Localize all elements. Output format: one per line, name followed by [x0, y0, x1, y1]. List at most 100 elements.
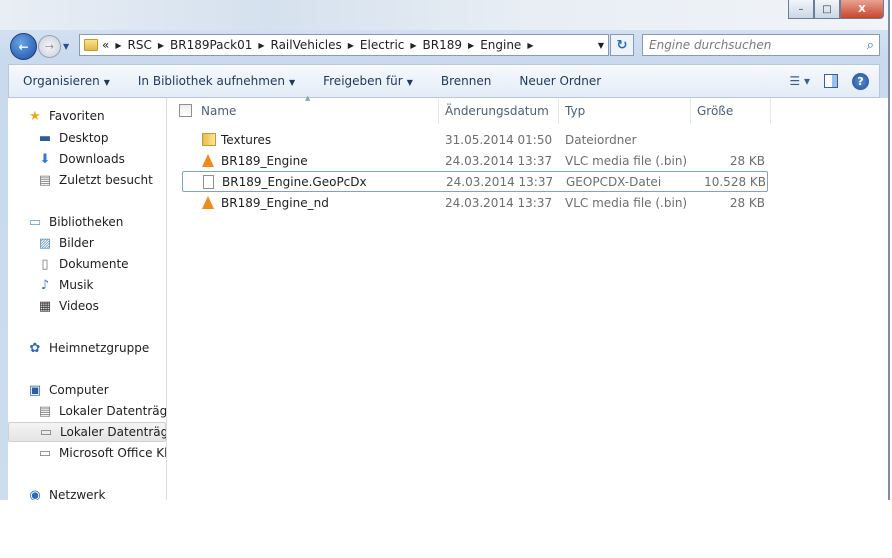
- sidebar-item-label: Downloads: [59, 152, 125, 166]
- select-all-checkbox[interactable]: [179, 104, 192, 117]
- sidebar-item[interactable]: ✿ Heimnetzgruppe: [8, 338, 166, 358]
- file-size: 28 KB: [729, 195, 765, 210]
- breadcrumb-separator[interactable]: ▶: [156, 41, 166, 50]
- star-icon: ★: [29, 108, 41, 124]
- library-label: In Bibliothek aufnehmen: [137, 74, 285, 88]
- file-size: 28 KB: [729, 153, 765, 168]
- burn-button[interactable]: Brennen: [427, 74, 505, 88]
- search-placeholder: Engine durchsuchen: [649, 38, 772, 52]
- desktop-icon: ▬: [38, 130, 52, 146]
- sidebar-item[interactable]: ▭ Lokaler Datenträger: [8, 422, 166, 442]
- file-row[interactable]: BR189_Engine.GeoPcDx 24.03.2014 13:37 GEOP…: [182, 171, 768, 192]
- share-with-button[interactable]: Freigeben für ▼: [309, 74, 427, 88]
- sidebar-item[interactable]: ▨ Bilder: [8, 233, 166, 253]
- preview-pane-button[interactable]: [824, 74, 838, 88]
- file-row[interactable]: BR189_Engine_nd 24.03.2014 13:37 VLC media…: [182, 192, 768, 213]
- breadcrumb-separator[interactable]: ▶: [256, 41, 266, 50]
- file-type: Dateiordner: [565, 132, 637, 147]
- search-input[interactable]: Engine durchsuchen ⌕: [642, 34, 880, 56]
- explorer-window: – □ X ← → ▼ « ▶ RSC ▶ BR189Pack01 ▶ RailVehic…: [0, 0, 890, 500]
- sidebar-item-label: Bilder: [59, 236, 94, 250]
- file-list: Name ▲ Änderungsdatum Typ Größe Textures 3…: [167, 94, 888, 500]
- sidebar-item[interactable]: ▬ Desktop: [8, 128, 166, 148]
- new-folder-button[interactable]: Neuer Ordner: [505, 74, 615, 88]
- recent-pages-dropdown[interactable]: ▼: [63, 42, 69, 51]
- sidebar-item[interactable]: ▦ Videos: [8, 296, 166, 316]
- downloads-icon: ⬇: [39, 151, 51, 167]
- sidebar-item-label: Microsoft Office Klick: [59, 446, 167, 460]
- sidebar-item-label: Bibliotheken: [49, 215, 124, 229]
- column-size[interactable]: Größe: [691, 98, 771, 124]
- file-name: BR189_Engine_nd: [221, 195, 329, 210]
- column-name[interactable]: Name ▲: [195, 94, 439, 124]
- refresh-button[interactable]: ↻: [610, 34, 634, 56]
- organize-label: Organisieren: [23, 74, 100, 88]
- sidebar-item-label: Zuletzt besucht: [59, 173, 153, 187]
- file-date: 24.03.2014 13:37: [445, 153, 553, 168]
- sidebar-item[interactable]: ▤ Zuletzt besucht: [8, 170, 166, 190]
- sidebar-item-label: Dokumente: [59, 257, 129, 271]
- file-row[interactable]: BR189_Engine 24.03.2014 13:37 VLC media fi…: [182, 150, 768, 171]
- column-name-label: Name: [201, 104, 237, 118]
- sidebar-item-label: Netzwerk: [49, 488, 106, 500]
- close-button[interactable]: X: [840, 0, 884, 19]
- column-type[interactable]: Typ: [559, 98, 691, 124]
- breadcrumb-separator[interactable]: ▶: [408, 41, 418, 50]
- forward-button[interactable]: →: [38, 35, 61, 58]
- folder-icon: [84, 39, 98, 51]
- include-in-library-button[interactable]: In Bibliothek aufnehmen ▼: [124, 74, 309, 88]
- sidebar-item[interactable]: ♪ Musik: [8, 275, 166, 295]
- sidebar-item[interactable]: ▭ Microsoft Office Klick: [8, 443, 166, 463]
- title-bar: – □ X: [0, 0, 888, 30]
- breadcrumb-separator[interactable]: ▶: [466, 41, 476, 50]
- search-icon[interactable]: ⌕: [867, 38, 874, 53]
- file-name: Textures: [221, 132, 272, 147]
- breadcrumb-separator[interactable]: ▶: [346, 41, 356, 50]
- column-header: Name ▲ Änderungsdatum Typ Größe: [167, 94, 888, 124]
- sidebar-item[interactable]: ▭ Bibliotheken: [8, 212, 166, 232]
- sidebar-item-label: Musik: [59, 278, 94, 292]
- file-size: 10.528 KB: [704, 174, 766, 189]
- breadcrumb-item[interactable]: RailVehicles: [267, 38, 346, 52]
- breadcrumb-item[interactable]: Engine: [476, 38, 525, 52]
- file-date: 31.05.2014 01:50: [445, 132, 553, 147]
- organize-button[interactable]: Organisieren ▼: [9, 74, 124, 88]
- file-icon: [203, 174, 214, 189]
- change-view-button[interactable]: ☰ ▾: [789, 74, 810, 88]
- homegroup-icon: ✿: [29, 340, 41, 356]
- sidebar-item[interactable]: ▣ Computer: [8, 380, 166, 400]
- address-bar[interactable]: « ▶ RSC ▶ BR189Pack01 ▶ RailVehicles ▶ Electric…: [79, 34, 609, 56]
- breadcrumb-item[interactable]: Electric: [356, 38, 408, 52]
- libraries-icon: ▭: [28, 214, 42, 230]
- sidebar-item[interactable]: ★ Favoriten: [8, 106, 166, 126]
- sidebar-item[interactable]: ◉ Netzwerk: [8, 485, 166, 501]
- minimize-button[interactable]: –: [788, 0, 814, 19]
- vlc-icon: [202, 196, 214, 209]
- file-type: VLC media file (.bin): [565, 195, 688, 210]
- breadcrumb-item[interactable]: RSC: [124, 38, 156, 52]
- drive-icon: ▭: [39, 424, 53, 440]
- back-button[interactable]: ←: [10, 33, 37, 60]
- sidebar-item-label: Favoriten: [49, 109, 105, 123]
- breadcrumb: ▶ RSC ▶ BR189Pack01 ▶ RailVehicles ▶ Electric ▶ B…: [113, 38, 535, 52]
- vlc-icon: [202, 154, 214, 167]
- column-date[interactable]: Änderungsdatum: [439, 98, 559, 124]
- sidebar-item-label: Heimnetzgruppe: [49, 341, 150, 355]
- file-row[interactable]: Textures 31.05.2014 01:50 Dateiordner: [182, 129, 768, 150]
- breadcrumb-separator[interactable]: ▶: [525, 41, 535, 50]
- breadcrumb-item[interactable]: BR189Pack01: [166, 38, 256, 52]
- sidebar-item-label: Desktop: [59, 131, 109, 145]
- address-dropdown[interactable]: ▼: [598, 41, 604, 50]
- breadcrumb-item[interactable]: BR189: [419, 38, 466, 52]
- music-icon: ♪: [40, 277, 50, 293]
- help-button[interactable]: ?: [852, 72, 869, 90]
- maximize-button[interactable]: □: [814, 0, 840, 19]
- sidebar-item[interactable]: ▤ Lokaler Datenträger: [8, 401, 166, 421]
- recent-places-icon: ▤: [38, 172, 52, 188]
- sort-ascending-icon: ▲: [305, 94, 311, 102]
- share-label: Freigeben für: [323, 74, 403, 88]
- breadcrumb-overflow[interactable]: «: [98, 38, 113, 52]
- breadcrumb-separator[interactable]: ▶: [113, 41, 123, 50]
- sidebar-item[interactable]: ⬇ Downloads: [8, 149, 166, 169]
- sidebar-item[interactable]: ▯ Dokumente: [8, 254, 166, 274]
